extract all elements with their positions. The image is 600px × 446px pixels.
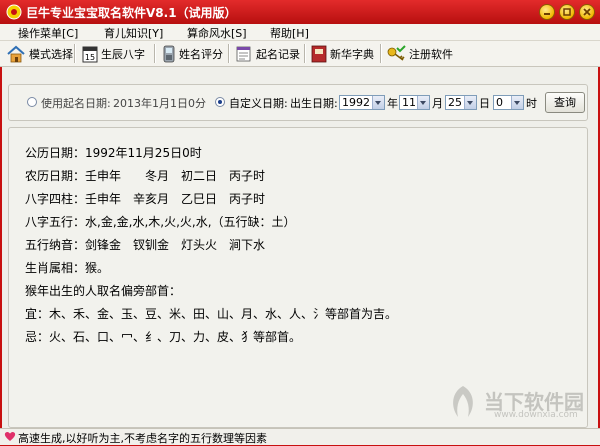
- xinhua-dictionary-button[interactable]: 新华字典: [311, 43, 374, 64]
- chevron-down-icon: [511, 96, 523, 109]
- toolbar-divider: [304, 44, 306, 63]
- result-line: 生肖属相：猴。: [25, 261, 110, 275]
- chevron-down-icon: [417, 96, 429, 109]
- register-label: 注册软件: [409, 47, 453, 61]
- birth-bazi-label: 生辰八字: [101, 47, 145, 61]
- svg-text:15: 15: [85, 53, 95, 62]
- use-date-label: 使用起名日期:: [41, 97, 111, 110]
- birth-bazi-button[interactable]: 15 生辰八字: [82, 43, 145, 64]
- watermark: 当下软件园 www.downxia.com: [446, 384, 590, 422]
- month-value: 11: [402, 96, 416, 109]
- close-icon: [583, 8, 591, 16]
- menu-help[interactable]: 帮助[H]: [270, 25, 309, 41]
- app-icon: [6, 4, 22, 20]
- watermark-url: www.downxia.com: [494, 410, 578, 420]
- menu-operation[interactable]: 操作菜单[C]: [18, 25, 78, 41]
- record-icon: [236, 46, 251, 61]
- minimize-button[interactable]: [539, 4, 555, 20]
- hour-select[interactable]: 0: [493, 95, 524, 110]
- mode-select-button[interactable]: 模式选择: [6, 43, 73, 64]
- use-date-value: 2013年1月1日0分: [113, 97, 206, 110]
- calendar-icon: 15: [82, 46, 98, 62]
- toolbar: 模式选择 15 生辰八字 姓名评分 起名记录 新华字典 注册软件: [0, 41, 600, 67]
- result-line: 公历日期：1992年11月25日0时: [25, 146, 202, 160]
- register-button[interactable]: 注册软件: [386, 43, 453, 64]
- menu-parenting[interactable]: 育儿知识[Y]: [104, 25, 163, 41]
- name-score-button[interactable]: 姓名评分: [162, 43, 223, 64]
- naming-record-label: 起名记录: [256, 47, 300, 61]
- name-score-label: 姓名评分: [179, 47, 223, 61]
- menu-fortune[interactable]: 算命风水[S]: [187, 25, 247, 41]
- result-panel: 公历日期：1992年11月25日0时 农历日期：壬申年 冬月 初二日 丙子时 八…: [8, 127, 588, 428]
- day-value: 25: [448, 96, 462, 109]
- main-area: 使用起名日期: 2013年1月1日0分 自定义日期: 出生日期: 1992 年 …: [2, 67, 598, 428]
- result-line: 农历日期：壬申年 冬月 初二日 丙子时: [25, 169, 266, 183]
- maximize-button[interactable]: [559, 4, 575, 20]
- menu-bar: 操作菜单[C] 育儿知识[Y] 算命风水[S] 帮助[H]: [0, 24, 600, 41]
- day-select[interactable]: 25: [445, 95, 477, 110]
- hour-unit: 时: [526, 97, 537, 110]
- result-line: 八字五行：水,金,金,水,木,火,火,水,（五行缺：土）: [25, 215, 296, 229]
- status-bar: 高速生成,以好听为主,不考虑名字的五行数理等因素: [0, 428, 600, 445]
- close-button[interactable]: [579, 4, 595, 20]
- day-unit: 日: [479, 97, 490, 110]
- maximize-icon: [563, 8, 571, 16]
- chevron-down-icon: [464, 96, 476, 109]
- dictionary-icon: [311, 45, 327, 62]
- toolbar-divider: [380, 44, 382, 63]
- window-title: 巨牛专业宝宝取名软件V8.1（试用版）: [26, 6, 237, 20]
- custom-date-label: 自定义日期:: [229, 97, 288, 110]
- query-button[interactable]: 查询: [545, 92, 585, 113]
- date-panel: 使用起名日期: 2013年1月1日0分 自定义日期: 出生日期: 1992 年 …: [8, 84, 588, 121]
- month-unit: 月: [432, 97, 443, 110]
- hour-value: 0: [496, 96, 503, 109]
- result-line: 忌：火、石、口、冖、纟、刀、力、皮、犭等部首。: [25, 330, 302, 344]
- xinhua-dictionary-label: 新华字典: [330, 47, 374, 61]
- result-line: 猴年出生的人取名偏旁部首：: [25, 284, 182, 298]
- year-value: 1992: [342, 96, 370, 109]
- result-line: 五行纳音：剑锋金 钗钏金 灯头火 涧下水: [25, 238, 266, 252]
- toolbar-divider: [228, 44, 230, 63]
- result-line: 八字四柱：壬申年 辛亥月 乙巳日 丙子时: [25, 192, 266, 206]
- year-unit: 年: [387, 97, 398, 110]
- title-bar: 巨牛专业宝宝取名软件V8.1（试用版）: [0, 0, 600, 24]
- toolbar-divider: [154, 44, 156, 63]
- house-icon: [7, 45, 25, 62]
- mode-select-label: 模式选择: [29, 47, 73, 61]
- birth-date-label: 出生日期:: [290, 97, 338, 110]
- custom-date-radio[interactable]: [215, 97, 225, 107]
- watermark-logo-icon: [453, 386, 473, 417]
- month-select[interactable]: 11: [399, 95, 430, 110]
- heart-icon: [4, 431, 16, 441]
- toolbar-divider: [74, 44, 76, 63]
- minimize-icon: [544, 13, 550, 15]
- key-icon: [387, 44, 406, 61]
- naming-record-button[interactable]: 起名记录: [235, 43, 300, 64]
- phone-icon: [163, 45, 175, 62]
- result-line: 宜：木、禾、金、玉、豆、米、田、山、月、水、人、氵等部首为吉。: [25, 307, 398, 321]
- chevron-down-icon: [372, 96, 384, 109]
- year-select[interactable]: 1992: [339, 95, 385, 110]
- use-date-radio[interactable]: [27, 97, 37, 107]
